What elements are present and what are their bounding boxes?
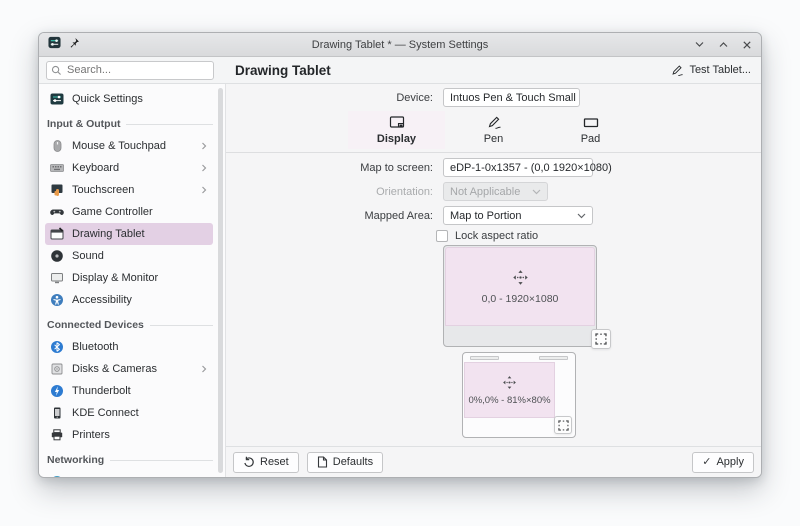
screen-mapped-label: 0,0 - 1920×1080	[481, 292, 559, 305]
tab-pad[interactable]: Pad	[542, 111, 639, 149]
sidebar-item-mouse-touchpad[interactable]: Mouse & Touchpad	[45, 135, 213, 157]
sidebar-item-disks-cameras[interactable]: Disks & Cameras	[45, 358, 213, 380]
sidebar-item-touchscreen[interactable]: Touchscreen	[45, 179, 213, 201]
tablet-mapped-region[interactable]: 0%,0% - 81%×80%	[464, 362, 555, 418]
content-pane: Device: Intuos Pen & Touch Small Display…	[226, 84, 761, 477]
screen-preview: 0,0 - 1920×1080	[443, 245, 597, 347]
sidebar-item-display-monitor[interactable]: Display & Monitor	[45, 267, 213, 289]
orientation-label: Orientation:	[376, 185, 433, 198]
keyboard-icon	[50, 161, 64, 175]
search-icon	[51, 65, 61, 75]
tablet-button-mark	[470, 356, 499, 360]
touchscreen-icon	[50, 183, 64, 197]
orientation-select: Not Applicable	[443, 182, 548, 201]
pen-icon	[488, 116, 501, 129]
system-settings-window: Drawing Tablet * — System Settings Drawi…	[38, 32, 762, 478]
map-to-screen-select[interactable]: eDP-1-0x1357 - (0,0 1920×1080)	[443, 158, 612, 177]
tablet-button-mark	[539, 356, 568, 360]
tab-pen[interactable]: Pen	[445, 111, 542, 149]
chevron-right-icon	[200, 164, 208, 172]
test-tablet-button[interactable]: Test Tablet...	[670, 64, 751, 77]
tablet-preview: 0%,0% - 81%×80%	[462, 352, 576, 438]
page-title: Drawing Tablet	[235, 62, 331, 78]
chevron-down-icon	[577, 213, 586, 218]
tab-separator	[226, 152, 761, 153]
app-icon	[48, 36, 61, 54]
mapped-area-label: Mapped Area:	[364, 209, 434, 222]
game-controller-icon	[50, 205, 64, 219]
screen-mapped-region[interactable]: 0,0 - 1920×1080	[445, 247, 595, 326]
sound-icon	[50, 249, 64, 263]
tablet-mapped-label: 0%,0% - 81%×80%	[468, 394, 551, 406]
sidebar-section-networking: Networking	[47, 450, 213, 470]
drawing-tablet-icon	[50, 227, 64, 241]
sidebar-item-sound[interactable]: Sound	[45, 245, 213, 267]
search-input[interactable]	[46, 60, 214, 80]
move-icon	[512, 269, 528, 285]
document-icon	[317, 456, 327, 468]
map-to-screen-label: Map to screen:	[360, 161, 433, 174]
move-icon	[503, 375, 516, 389]
device-label: Device:	[396, 91, 433, 104]
sidebar-item-quick-settings[interactable]: Quick Settings	[45, 88, 213, 110]
tab-bar: Display Pen Pad	[226, 111, 761, 149]
lock-aspect-ratio-checkbox[interactable]	[436, 230, 448, 242]
resize-selection-icon	[557, 419, 569, 431]
apply-button[interactable]: ✓ Apply	[692, 451, 754, 473]
close-button[interactable]	[742, 40, 752, 50]
disks-cameras-icon	[50, 362, 64, 376]
tablet-resize-button[interactable]	[554, 416, 572, 434]
sidebar-item-game-controller[interactable]: Game Controller	[45, 201, 213, 223]
device-select[interactable]: Intuos Pen & Touch Small	[443, 88, 580, 107]
chevron-down-icon	[532, 189, 541, 194]
window-title: Drawing Tablet * — System Settings	[311, 38, 489, 51]
accessibility-icon	[50, 293, 64, 307]
sidebar-item-printers[interactable]: Printers	[45, 424, 213, 446]
header: Drawing Tablet Test Tablet...	[39, 57, 761, 84]
sidebar-item-accessibility[interactable]: Accessibility	[45, 289, 213, 311]
minimize-button[interactable]	[694, 40, 705, 49]
pad-icon	[583, 118, 598, 128]
wifi-icon	[50, 475, 64, 477]
sidebar-section-input-output: Input & Output	[47, 114, 213, 134]
display-tab-icon	[389, 116, 404, 128]
resize-selection-icon	[595, 333, 607, 345]
sidebar-section-connected-devices: Connected Devices	[47, 315, 213, 335]
kde-connect-icon	[50, 406, 64, 420]
sidebar-item-wifi-internet[interactable]: Wi-Fi & Internet	[45, 471, 213, 477]
sidebar-item-bluetooth[interactable]: Bluetooth	[45, 336, 213, 358]
pen-icon	[672, 64, 684, 76]
tab-display[interactable]: Display	[348, 111, 445, 149]
chevron-right-icon	[200, 365, 208, 373]
maximize-button[interactable]	[718, 40, 729, 49]
chevron-right-icon	[200, 142, 208, 150]
footer: Reset Defaults ✓ Apply	[226, 446, 761, 477]
thunderbolt-icon	[50, 384, 64, 398]
sidebar-item-drawing-tablet[interactable]: Drawing Tablet	[45, 223, 213, 245]
screen-resize-button[interactable]	[591, 329, 611, 349]
undo-icon	[244, 456, 254, 467]
lock-aspect-ratio-label: Lock aspect ratio	[455, 230, 539, 242]
display-monitor-icon	[50, 271, 64, 285]
sidebar-scrollbar[interactable]	[218, 88, 223, 473]
bluetooth-icon	[50, 340, 64, 354]
checkmark-icon: ✓	[702, 455, 712, 468]
reset-button[interactable]: Reset	[233, 451, 299, 473]
mouse-icon	[50, 139, 64, 153]
chevron-right-icon	[200, 186, 208, 194]
titlebar: Drawing Tablet * — System Settings	[39, 33, 761, 57]
pin-icon[interactable]	[68, 36, 80, 54]
sidebar-item-thunderbolt[interactable]: Thunderbolt	[45, 380, 213, 402]
sidebar-item-kde-connect[interactable]: KDE Connect	[45, 402, 213, 424]
printers-icon	[50, 428, 64, 442]
quick-settings-icon	[50, 92, 64, 106]
sidebar: Quick Settings Input & Output Mouse & To…	[39, 84, 226, 477]
mapped-area-select[interactable]: Map to Portion	[443, 206, 593, 225]
defaults-button[interactable]: Defaults	[306, 451, 384, 473]
sidebar-item-keyboard[interactable]: Keyboard	[45, 157, 213, 179]
